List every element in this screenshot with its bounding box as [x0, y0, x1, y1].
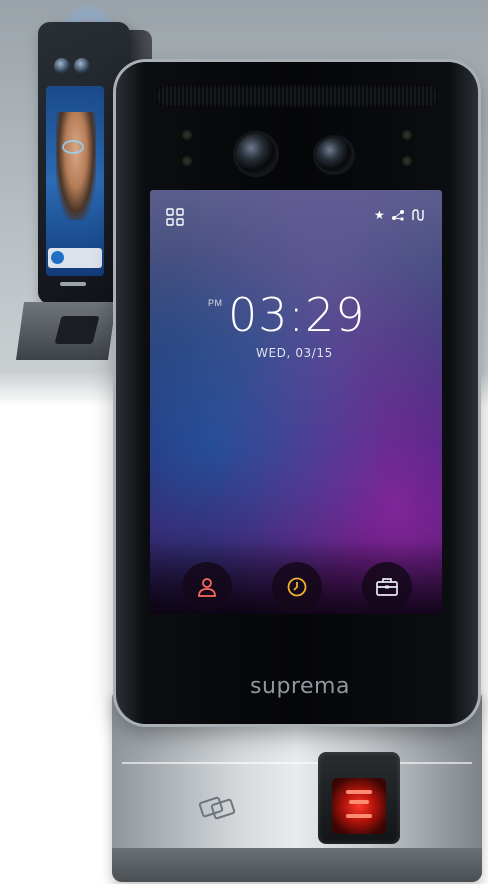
brand-logo: suprema	[250, 674, 350, 699]
camera-right	[316, 138, 352, 172]
background-device-face-image	[56, 112, 96, 220]
clock-icon	[287, 577, 307, 597]
fingerprint-sensor-light	[346, 790, 372, 794]
fingerprint-sensor-light	[349, 800, 369, 804]
stand-highlight	[122, 762, 472, 764]
face-detect-ring-icon	[62, 140, 84, 154]
fingerprint-sensor-light	[346, 814, 372, 818]
device-stand-base	[112, 848, 482, 882]
speaker-grille	[154, 85, 440, 107]
attendance-button[interactable]	[272, 562, 322, 612]
rfid-card-icon	[198, 796, 236, 820]
clock-date: WED, 03/15	[256, 346, 333, 360]
background-device-fingerprint-slot	[54, 316, 100, 344]
background-device-cameras	[52, 54, 92, 78]
ir-sensor	[182, 156, 192, 166]
user-button[interactable]	[182, 562, 232, 612]
check-icon	[51, 251, 64, 264]
camera-left	[236, 134, 276, 174]
ir-sensor	[182, 130, 192, 140]
fingerprint-sensor[interactable]	[332, 778, 386, 834]
apps-grid-icon[interactable]	[166, 208, 184, 226]
briefcase-icon	[376, 578, 398, 596]
status-bar: ★	[374, 208, 430, 222]
user-icon	[198, 578, 216, 597]
clock-time: 03:29	[228, 288, 366, 342]
route-icon	[412, 209, 424, 221]
share-network-icon	[391, 210, 404, 221]
work-code-button[interactable]	[362, 562, 412, 612]
time-period: PM	[208, 298, 223, 308]
background-device-logo	[60, 282, 86, 286]
star-icon: ★	[374, 208, 385, 222]
ir-sensor	[402, 156, 412, 166]
ir-sensor	[402, 130, 412, 140]
